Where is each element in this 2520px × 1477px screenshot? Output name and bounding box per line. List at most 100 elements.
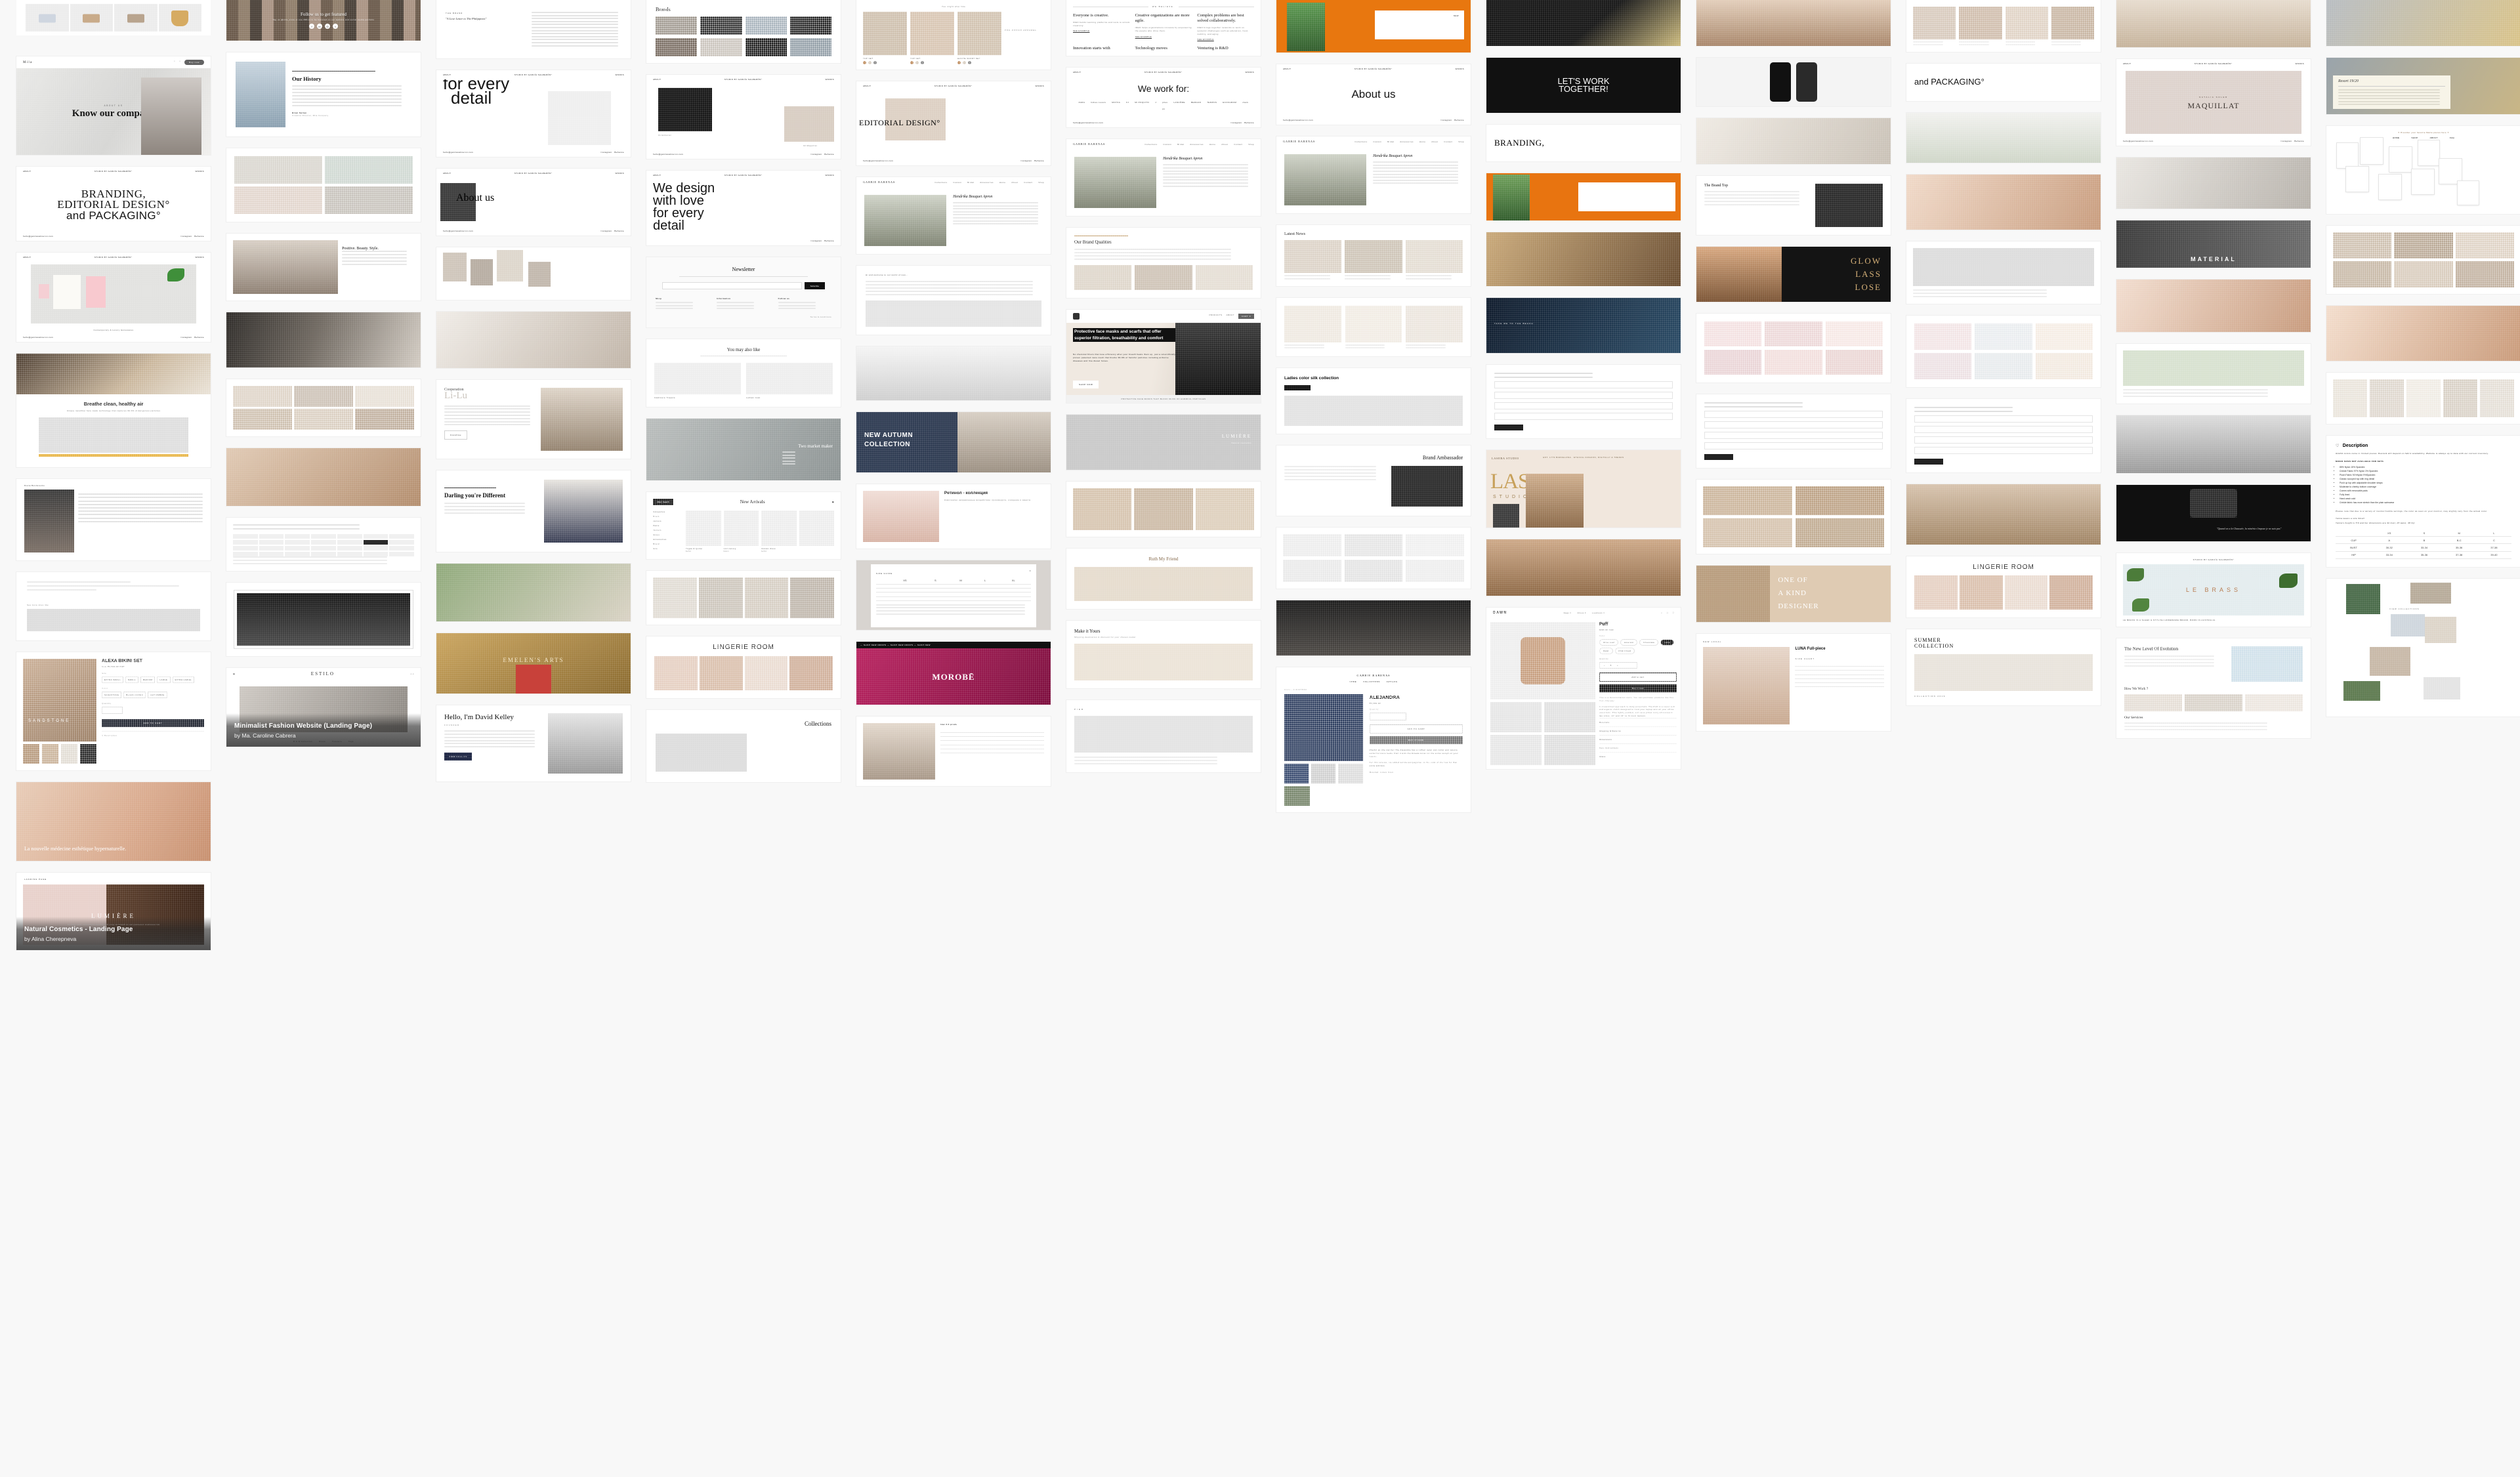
design-card[interactable]: [2116, 0, 2311, 47]
design-card[interactable]: Resort 19/20: [2326, 58, 2520, 114]
calendar-day[interactable]: [311, 546, 336, 551]
mini-navbar[interactable]: ABOUT STUDIO BY GARCÍA SALMERÓN° WORKS: [436, 70, 631, 79]
social-icon[interactable]: in: [317, 24, 322, 30]
design-card[interactable]: BRANDING,: [1486, 125, 1681, 161]
nav-link[interactable]: FAQ: [2450, 136, 2454, 139]
design-card[interactable]: ABOUT STUDIO BY GARCÍA SALMERÓN° WORKS Abou…: [436, 168, 631, 236]
product-card[interactable]: [1276, 297, 1471, 356]
design-card[interactable]: [1696, 58, 1891, 106]
design-card[interactable]: [1906, 398, 2101, 472]
mini-navbar[interactable]: hello@garciasalmeron.com Instagram · Beha…: [1276, 115, 1471, 125]
see-example-link[interactable]: SEE EXAMPLE: [1197, 38, 1254, 41]
mini-navbar[interactable]: ABOUT STUDIO BY GARCÍA SALMERÓN° WORKS: [16, 252, 211, 262]
design-card[interactable]: LANDING PAGELUMIÈREСоздай свой персонали…: [16, 873, 211, 951]
product-card[interactable]: [646, 492, 841, 560]
product-card[interactable]: ELIOTE SHORT SET: [856, 0, 1051, 70]
design-card[interactable]: ABOUT STUDIO BY GARCÍA SALMERÓN° WORKS for …: [436, 70, 631, 157]
mini-navbar[interactable]: PRODUCTS ABOUT CART 0: [1066, 310, 1261, 323]
design-card[interactable]: ABOUT STUDIO BY GARCÍA SALMERÓN° WORKS Cont…: [16, 252, 211, 342]
calendar-day[interactable]: [363, 540, 388, 545]
design-card[interactable]: Ruth My Friend: [1066, 549, 1261, 610]
design-card[interactable]: SUMMERCOLLECTIONCOLLECTION 2019: [1906, 629, 2101, 706]
design-card[interactable]: ABOUT STUDIO BY GARCÍA SALMERÓN° WORKS NATA…: [2116, 59, 2311, 146]
calendar-day[interactable]: [311, 534, 336, 539]
calendar-day[interactable]: [311, 540, 336, 545]
design-card[interactable]: Brands: [646, 0, 841, 63]
design-card[interactable]: ONE OF A KIND DESIGNER: [1696, 566, 1891, 622]
design-card[interactable]: Two market maker: [646, 419, 841, 481]
design-card[interactable]: Mila ⌕ ⌂ Buy now ABOUT US Know our company: [16, 56, 211, 155]
design-card[interactable]: [226, 448, 421, 506]
design-card[interactable]: LASERA STUDIO EST. 1779 BARCELONA · ETHIC…: [1486, 450, 1681, 528]
calendar-day[interactable]: [233, 540, 258, 545]
mini-navbar[interactable]: hello@garciasalmeron.com Instagram · Beha…: [1066, 118, 1261, 128]
design-card[interactable]: [2116, 157, 2311, 209]
mini-navbar[interactable]: hello@garciasalmeron.com Instagram · Beha…: [2116, 136, 2311, 146]
design-card[interactable]: [226, 312, 421, 367]
mini-navbar[interactable]: hello@garciasalmeron.com Instagram · Beha…: [16, 231, 211, 241]
form-field[interactable]: [1704, 442, 1883, 449]
calendar-day[interactable]: [337, 552, 362, 556]
design-card[interactable]: LINGERIE ROOM: [1906, 556, 2101, 618]
submit-button[interactable]: [1914, 458, 1943, 465]
design-card[interactable]: [2326, 306, 2520, 361]
design-card[interactable]: The Brand Top: [1696, 176, 1891, 235]
form-field[interactable]: [1914, 415, 2093, 423]
design-card[interactable]: [1696, 0, 1891, 46]
calendar-day[interactable]: [389, 546, 414, 551]
product-card[interactable]: Letham Coat: [646, 339, 841, 407]
calendar-day[interactable]: [259, 552, 284, 556]
design-card[interactable]: Follow us to get featured Tag us @mila_st…: [226, 0, 421, 41]
design-card[interactable]: [1906, 315, 2101, 387]
design-card[interactable]: ▤ESTILO⌂ ⌕B & W CollectionDressTrousersT…: [226, 668, 421, 747]
form-field[interactable]: [1704, 411, 1883, 418]
design-card[interactable]: See more sites like: [16, 572, 211, 641]
design-card[interactable]: NEW: [1276, 0, 1471, 52]
calendar-day[interactable]: [389, 552, 414, 556]
design-card[interactable]: [856, 346, 1051, 400]
mini-navbar[interactable]: Instagram · Behance: [646, 236, 841, 245]
design-card[interactable]: [1696, 314, 1891, 383]
design-card[interactable]: Collections: [646, 709, 841, 782]
mini-navbar[interactable]: ABOUT STUDIO BY GARCÍA SALMERÓN° WORKS: [2116, 59, 2311, 68]
design-card[interactable]: ✦ Preorder your favorite Marta pieces he…: [2326, 126, 2520, 214]
design-card[interactable]: [226, 518, 421, 571]
calendar-day[interactable]: [389, 534, 414, 539]
mini-navbar[interactable]: ABOUT STUDIO BY GARCÍA SALMERÓN° WORKS: [856, 81, 1051, 91]
design-card[interactable]: — SHOP NEW DROPS — SHOP NEW DROPS — SHOP…: [856, 641, 1051, 705]
design-card[interactable]: You might also likeTOP SETTOP SETELIOTE …: [856, 0, 1051, 70]
calendar-day[interactable]: [259, 534, 284, 539]
design-card[interactable]: ABOUT STUDIO BY GARCÍA SALMERÓN° WORKS EDIT…: [856, 81, 1051, 165]
design-card[interactable]: The New Level Of EvolutionHow We Work ?O…: [2116, 638, 2311, 738]
subscribe-form[interactable]: Subscribe: [662, 282, 825, 289]
calendar-day[interactable]: [337, 540, 362, 545]
design-card[interactable]: [226, 148, 421, 222]
design-card[interactable]: ABOUT STUDIO BY GARCÍA SALMERÓN° WORKS We w…: [1066, 68, 1261, 128]
shop-now-button[interactable]: SHOP NOW: [1073, 381, 1099, 389]
mini-navbar[interactable]: ABOUT STUDIO BY GARCÍA SALMERÓN° WORKS: [1066, 68, 1261, 77]
design-card[interactable]: PIER: [1066, 700, 1261, 773]
design-card[interactable]: [1276, 297, 1471, 356]
mini-navbar[interactable]: ABOUT STUDIO BY GARCÍA SALMERÓN° WORKS: [1276, 64, 1471, 73]
see-example-link[interactable]: SEE EXAMPLE: [1135, 35, 1192, 38]
design-card[interactable]: [2116, 344, 2311, 404]
mini-navbar[interactable]: hello@garciasalmeron.com Instagram · Beha…: [16, 332, 211, 342]
design-card[interactable]: [1486, 232, 1681, 286]
email-input[interactable]: [662, 282, 802, 289]
design-card[interactable]: DAWNBags ▾Shoes ▾Lookbook ▾⌕⚇⛉Puff$465.0…: [1486, 608, 1681, 769]
calendar-day[interactable]: [233, 552, 258, 556]
design-card[interactable]: [226, 583, 421, 656]
mini-navbar[interactable]: hello@garciasalmeron.com Instagram · Beha…: [646, 150, 841, 159]
design-card[interactable]: [1486, 539, 1681, 596]
nav-right[interactable]: PRODUCTS ABOUT CART 0: [1209, 314, 1254, 320]
calendar[interactable]: [233, 534, 414, 556]
design-card[interactable]: LUMIÈRE Natural cosmetics: [1066, 415, 1261, 470]
calendar-day[interactable]: [285, 540, 310, 545]
design-card[interactable]: La nouvelle médecine esthétique hypernat…: [16, 782, 211, 862]
design-card[interactable]: [436, 311, 631, 368]
calendar-day[interactable]: [311, 552, 336, 556]
design-card[interactable]: [646, 571, 841, 625]
product-card[interactable]: [1906, 0, 2101, 52]
design-card[interactable]: [1486, 173, 1681, 220]
calendar-day[interactable]: [233, 534, 258, 539]
